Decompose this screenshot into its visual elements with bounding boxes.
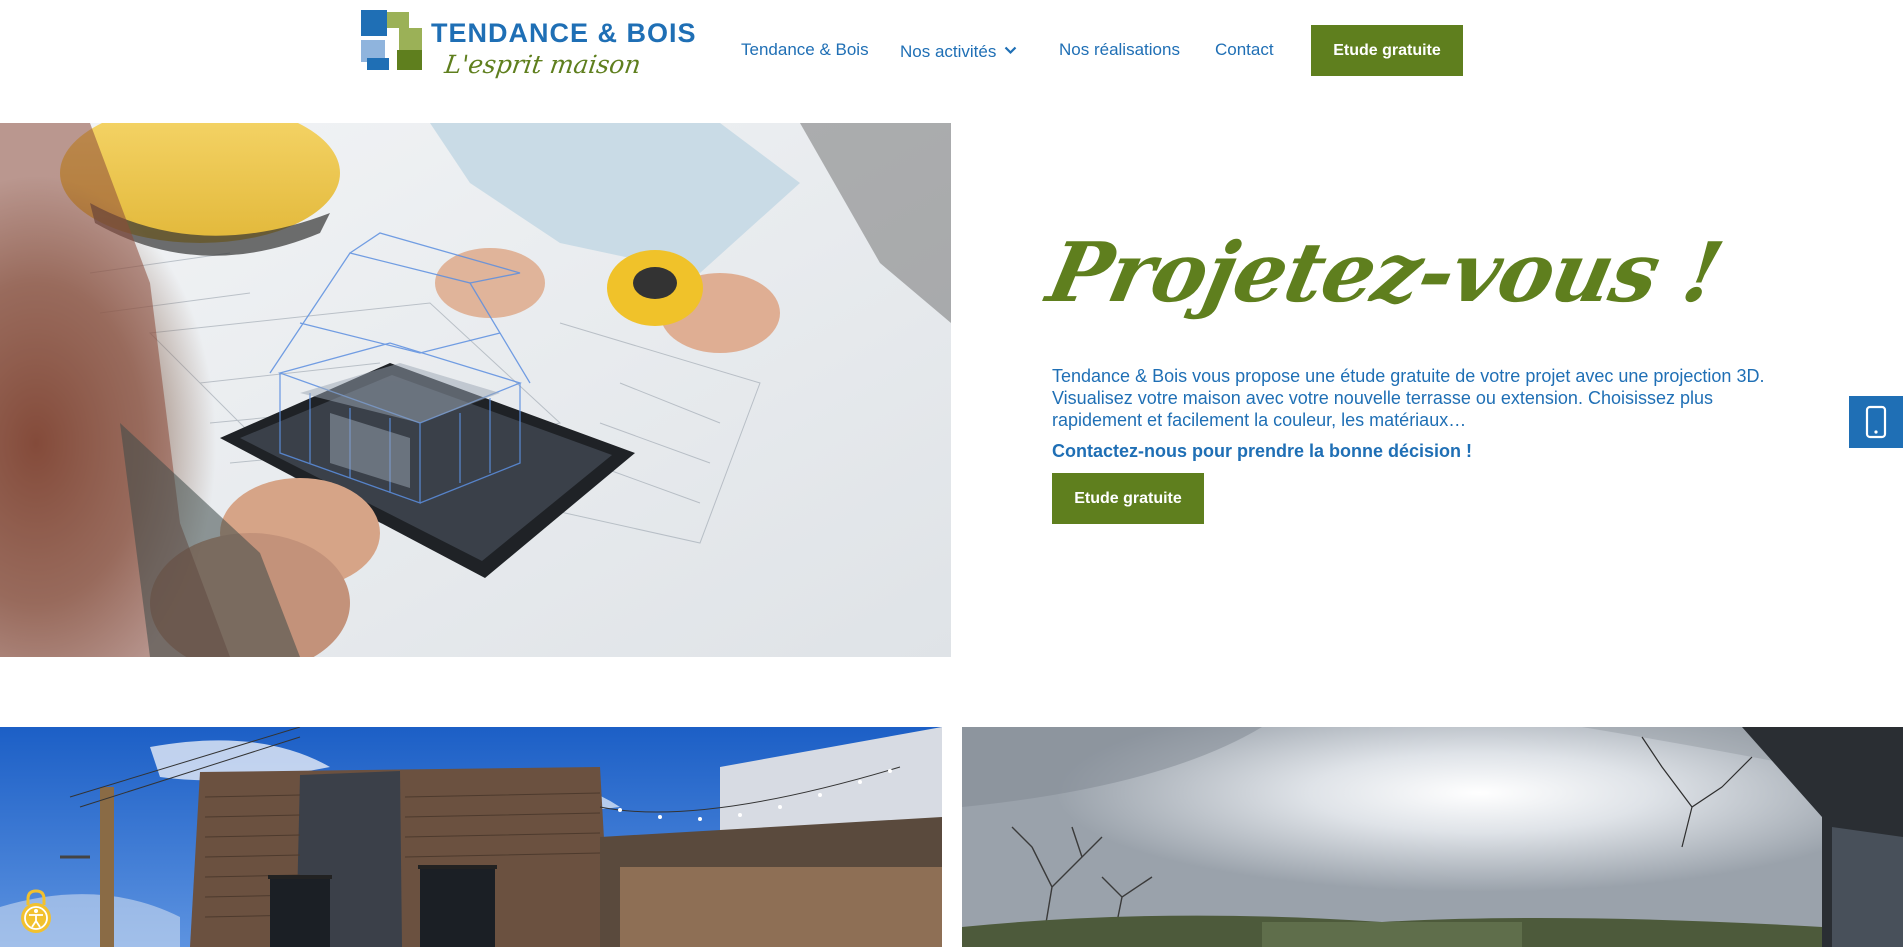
accessibility-icon — [21, 889, 51, 933]
nav-item-label: Nos activités — [900, 42, 997, 61]
etude-gratuite-hero-button[interactable]: Etude gratuite — [1052, 473, 1204, 524]
nav-item-nos-realisations[interactable]: Nos réalisations — [1059, 40, 1180, 60]
page: TENDANCE & BOIS L'esprit maison Tendance… — [0, 0, 1903, 947]
logo-title: TENDANCE & BOIS — [431, 18, 697, 48]
side-contact-tab[interactable] — [1849, 396, 1903, 448]
mobile-phone-icon — [1865, 405, 1887, 439]
chevron-down-icon — [1004, 40, 1017, 60]
accessibility-button[interactable] — [16, 887, 56, 935]
hero-image — [0, 123, 951, 657]
logo-tagline: L'esprit maison — [442, 50, 643, 79]
site-header: TENDANCE & BOIS L'esprit maison Tendance… — [0, 0, 1903, 123]
nav-item-tendance-bois[interactable]: Tendance & Bois — [741, 40, 869, 60]
site-logo[interactable]: TENDANCE & BOIS L'esprit maison — [361, 10, 696, 82]
gallery-image-house — [0, 727, 942, 947]
gallery-image-garden — [962, 727, 1903, 947]
hero-cta-text: Contactez-nous pour prendre la bonne déc… — [1052, 441, 1473, 461]
hero-title: Projetez-vous ! — [1039, 225, 1730, 321]
logo-mark-icon — [361, 10, 422, 70]
nav-item-contact[interactable]: Contact — [1215, 40, 1274, 60]
etude-gratuite-header-button[interactable]: Etude gratuite — [1311, 25, 1463, 76]
hero-paragraph: Tendance & Bois vous propose une étude g… — [1052, 366, 1765, 430]
nav-item-nos-activites[interactable]: Nos activités — [900, 40, 1017, 62]
